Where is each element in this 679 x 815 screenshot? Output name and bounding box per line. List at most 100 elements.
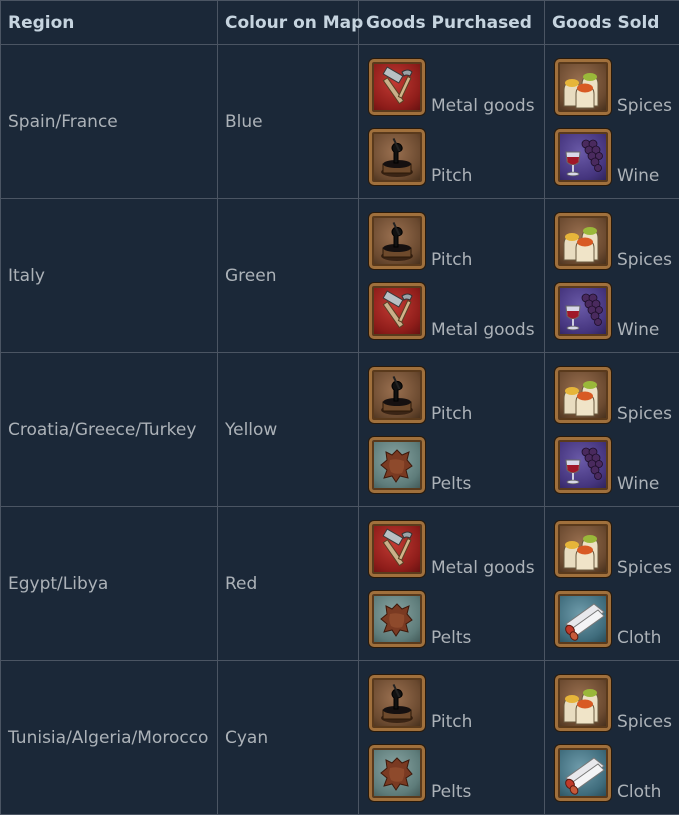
goods-list: Spices Wine xyxy=(545,58,679,185)
goods-item: Spices xyxy=(555,366,679,423)
goods-list: Pitch Pelts xyxy=(359,674,544,801)
goods-list: Metal goods Pelts xyxy=(359,520,544,647)
goods-item: Cloth xyxy=(555,744,679,801)
pelts-icon xyxy=(369,437,425,493)
goods-item: Wine xyxy=(555,282,679,339)
goods-item: Spices xyxy=(555,212,679,269)
goods-label: Pelts xyxy=(431,476,471,493)
spices-icon xyxy=(555,521,611,577)
goods-list: Spices Wine xyxy=(545,212,679,339)
header-goods-sold: Goods Sold xyxy=(545,1,679,45)
region-cell: Spain/France xyxy=(1,45,218,199)
goods-label: Pitch xyxy=(431,252,472,269)
goods-label: Pelts xyxy=(431,784,471,801)
goods-label: Cloth xyxy=(617,784,661,801)
goods-label: Pitch xyxy=(431,714,472,731)
goods-item: Pitch xyxy=(369,212,544,269)
goods-sold-cell: Spices Wine xyxy=(545,353,679,507)
goods-sold-cell: Spices Wine xyxy=(545,199,679,353)
goods-label: Wine xyxy=(617,476,659,493)
wine-icon xyxy=(555,437,611,493)
metal-goods-icon xyxy=(369,283,425,339)
goods-label: Cloth xyxy=(617,630,661,647)
spices-icon xyxy=(555,213,611,269)
goods-item: Metal goods xyxy=(369,58,544,115)
goods-item: Pitch xyxy=(369,366,544,423)
header-colour: Colour on Map xyxy=(218,1,359,45)
pitch-icon xyxy=(369,367,425,423)
pelts-icon xyxy=(369,745,425,801)
metal-goods-icon xyxy=(369,521,425,577)
table-row: Spain/FranceBlue Metal goods Pitch Spice… xyxy=(1,45,679,199)
goods-item: Spices xyxy=(555,520,679,577)
map-colour-cell: Green xyxy=(218,199,359,353)
goods-item: Wine xyxy=(555,128,679,185)
goods-item: Metal goods xyxy=(369,282,544,339)
goods-item: Pelts xyxy=(369,744,544,801)
goods-sold-cell: Spices Cloth xyxy=(545,661,679,815)
goods-label: Spices xyxy=(617,406,672,423)
goods-label: Metal goods xyxy=(431,98,535,115)
goods-list: Metal goods Pitch xyxy=(359,58,544,185)
goods-list: Spices Wine xyxy=(545,366,679,493)
table-row: ItalyGreen Pitch Metal goods Spices xyxy=(1,199,679,353)
goods-sold-cell: Spices Cloth xyxy=(545,507,679,661)
goods-purchased-cell: Pitch Pelts xyxy=(359,661,545,815)
header-region: Region xyxy=(1,1,218,45)
goods-list: Pitch Metal goods xyxy=(359,212,544,339)
goods-label: Pitch xyxy=(431,406,472,423)
goods-list: Spices Cloth xyxy=(545,520,679,647)
region-cell: Tunisia/Algeria/Morocco xyxy=(1,661,218,815)
table-row: Egypt/LibyaRed Metal goods Pelts Spices xyxy=(1,507,679,661)
table-row: Tunisia/Algeria/MoroccoCyan Pitch Pelts … xyxy=(1,661,679,815)
goods-sold-cell: Spices Wine xyxy=(545,45,679,199)
goods-item: Cloth xyxy=(555,590,679,647)
goods-item: Pelts xyxy=(369,590,544,647)
goods-label: Pelts xyxy=(431,630,471,647)
goods-item: Pelts xyxy=(369,436,544,493)
goods-label: Spices xyxy=(617,714,672,731)
goods-item: Metal goods xyxy=(369,520,544,577)
trade-goods-table: Region Colour on Map Goods Purchased Goo… xyxy=(0,0,679,815)
spices-icon xyxy=(555,367,611,423)
goods-purchased-cell: Pitch Metal goods xyxy=(359,199,545,353)
cloth-icon xyxy=(555,745,611,801)
goods-list: Pitch Pelts xyxy=(359,366,544,493)
goods-label: Spices xyxy=(617,98,672,115)
map-colour-cell: Red xyxy=(218,507,359,661)
goods-purchased-cell: Metal goods Pelts xyxy=(359,507,545,661)
goods-item: Spices xyxy=(555,674,679,731)
goods-label: Wine xyxy=(617,322,659,339)
pelts-icon xyxy=(369,591,425,647)
map-colour-cell: Blue xyxy=(218,45,359,199)
goods-label: Spices xyxy=(617,252,672,269)
goods-item: Pitch xyxy=(369,674,544,731)
header-row: Region Colour on Map Goods Purchased Goo… xyxy=(1,1,679,45)
goods-item: Pitch xyxy=(369,128,544,185)
map-colour-cell: Cyan xyxy=(218,661,359,815)
goods-label: Metal goods xyxy=(431,560,535,577)
wine-icon xyxy=(555,129,611,185)
spices-icon xyxy=(555,59,611,115)
goods-label: Wine xyxy=(617,168,659,185)
goods-purchased-cell: Pitch Pelts xyxy=(359,353,545,507)
goods-list: Spices Cloth xyxy=(545,674,679,801)
pitch-icon xyxy=(369,129,425,185)
wine-icon xyxy=(555,283,611,339)
goods-label: Spices xyxy=(617,560,672,577)
goods-label: Metal goods xyxy=(431,322,535,339)
goods-label: Pitch xyxy=(431,168,472,185)
region-cell: Croatia/Greece/Turkey xyxy=(1,353,218,507)
region-cell: Egypt/Libya xyxy=(1,507,218,661)
map-colour-cell: Yellow xyxy=(218,353,359,507)
goods-item: Spices xyxy=(555,58,679,115)
goods-purchased-cell: Metal goods Pitch xyxy=(359,45,545,199)
table-row: Croatia/Greece/TurkeyYellow Pitch Pelts … xyxy=(1,353,679,507)
pitch-icon xyxy=(369,675,425,731)
goods-item: Wine xyxy=(555,436,679,493)
pitch-icon xyxy=(369,213,425,269)
header-goods-purchased: Goods Purchased xyxy=(359,1,545,45)
cloth-icon xyxy=(555,591,611,647)
metal-goods-icon xyxy=(369,59,425,115)
spices-icon xyxy=(555,675,611,731)
